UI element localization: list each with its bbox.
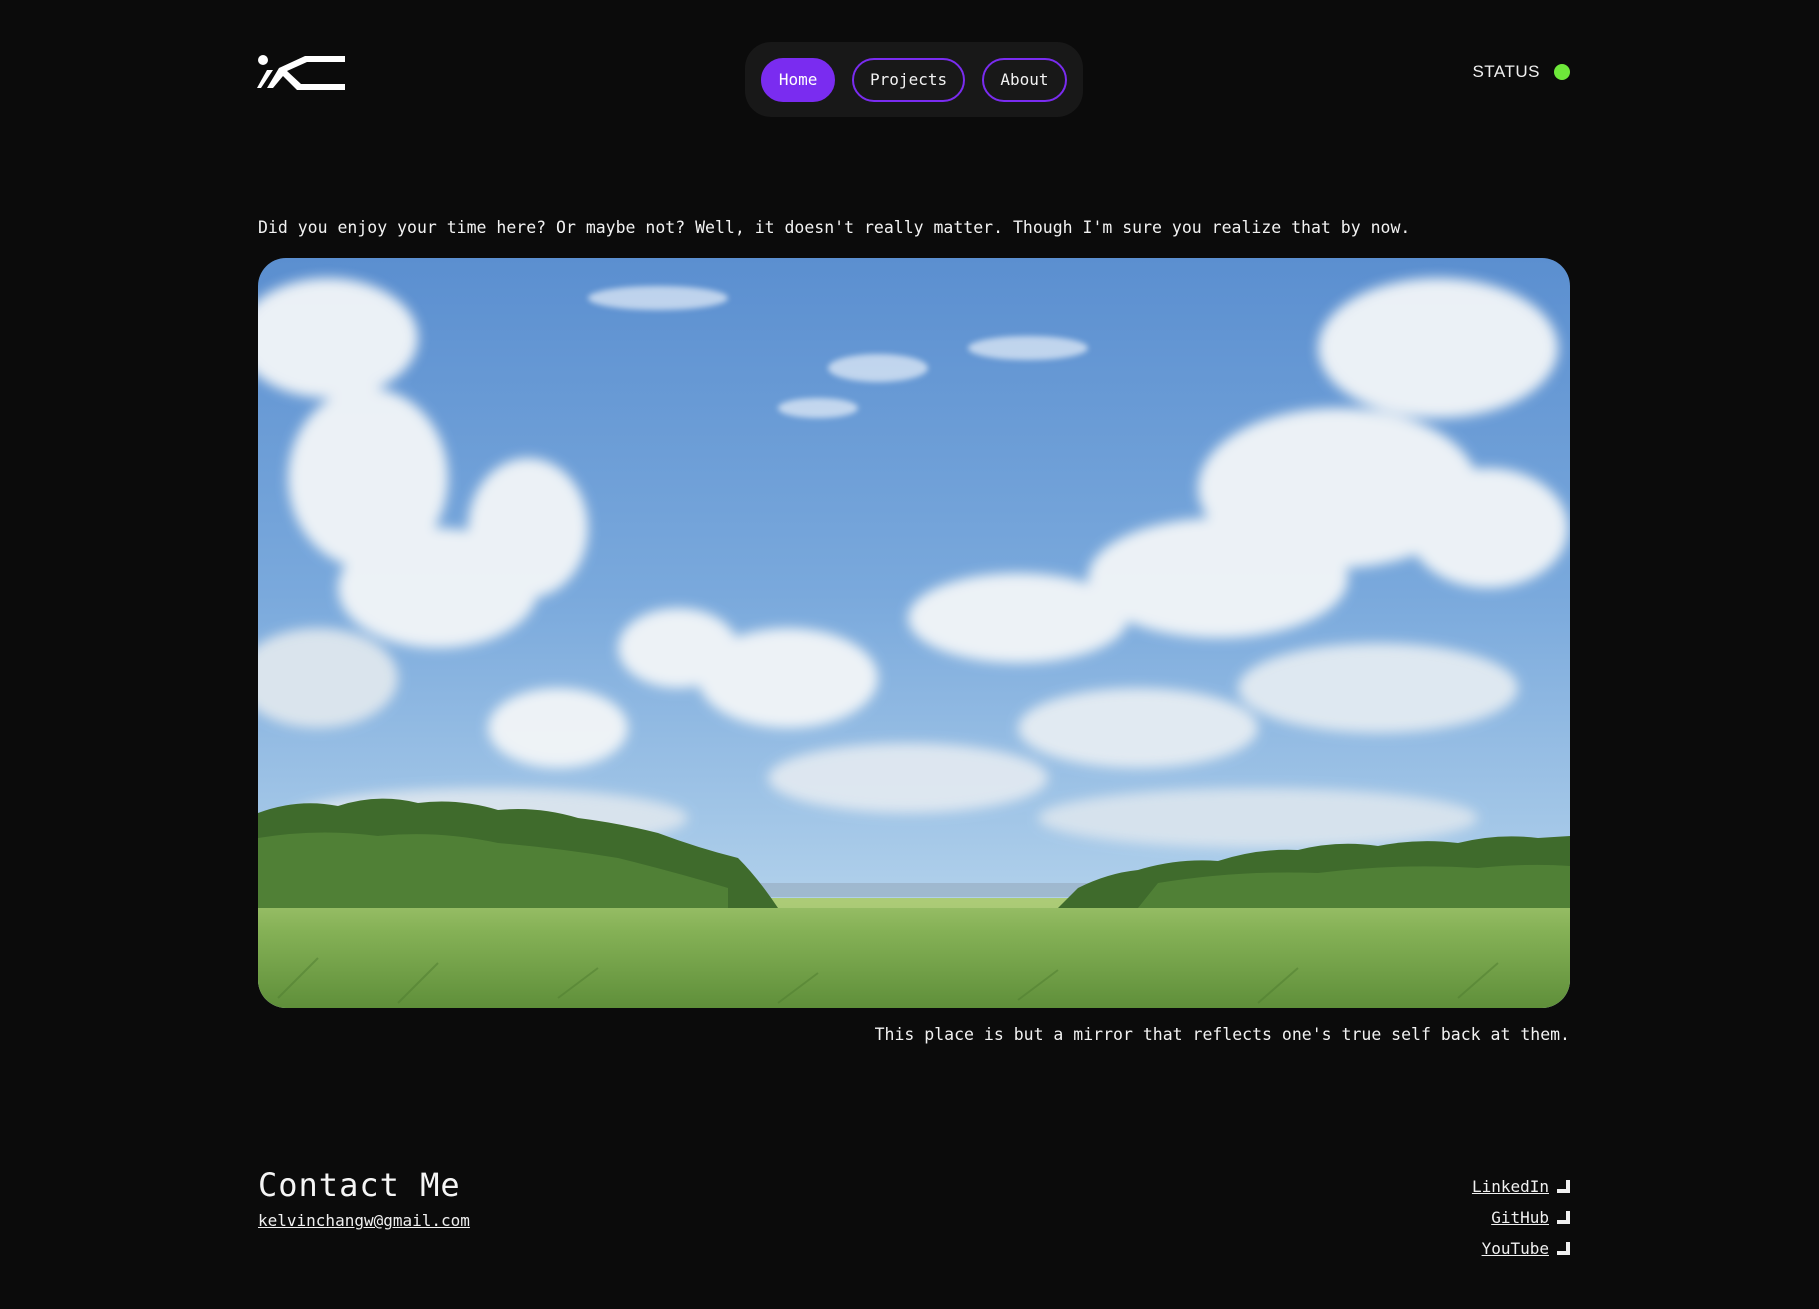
- intro-text: Did you enjoy your time here? Or maybe n…: [258, 218, 1411, 237]
- github-link-label: GitHub: [1491, 1208, 1549, 1227]
- linkedin-link[interactable]: LinkedIn: [1472, 1177, 1570, 1196]
- status-dot-icon: [1554, 64, 1570, 80]
- youtube-link-label: YouTube: [1481, 1239, 1549, 1258]
- youtube-link[interactable]: YouTube: [1482, 1239, 1570, 1258]
- image-caption: This place is but a mirror that reflects…: [874, 1025, 1570, 1044]
- contact-title: Contact Me: [258, 1166, 461, 1204]
- landscape-painting-image: [258, 258, 1570, 1008]
- github-link[interactable]: GitHub: [1491, 1208, 1570, 1227]
- social-links: LinkedIn GitHub YouTube: [1472, 1177, 1570, 1258]
- external-link-icon: [1557, 1211, 1570, 1224]
- status-label: STATUS: [1472, 62, 1540, 81]
- external-link-icon: [1557, 1242, 1570, 1255]
- page: Home Projects About STATUS Did you enjoy…: [0, 0, 1819, 1309]
- nav-home-button[interactable]: Home: [761, 57, 836, 102]
- external-link-icon: [1557, 1180, 1570, 1193]
- kc-logo-icon[interactable]: [257, 54, 345, 92]
- main-nav: Home Projects About: [745, 42, 1083, 117]
- nav-about-button[interactable]: About: [981, 57, 1067, 102]
- status-indicator: STATUS: [1472, 62, 1570, 82]
- contact-email-link[interactable]: kelvinchangw@gmail.com: [258, 1211, 470, 1230]
- linkedin-link-label: LinkedIn: [1471, 1177, 1549, 1196]
- nav-projects-button[interactable]: Projects: [852, 57, 965, 102]
